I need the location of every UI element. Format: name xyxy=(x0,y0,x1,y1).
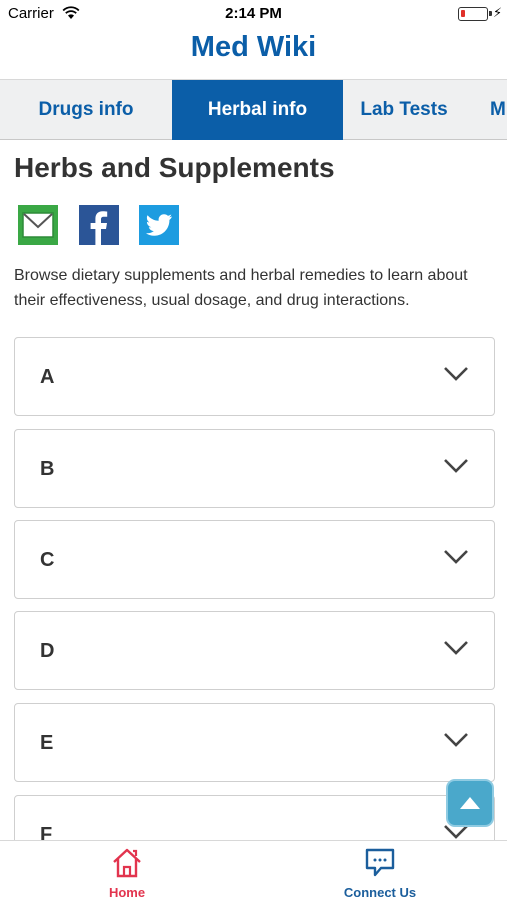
accordion-label: E xyxy=(40,732,54,754)
app-title: Med Wiki xyxy=(190,31,317,63)
accordion-label: B xyxy=(40,458,55,480)
home-icon xyxy=(113,848,141,878)
accordion-label: D xyxy=(40,640,55,662)
accordion-label: C xyxy=(40,549,55,571)
nav-home-label: Home xyxy=(108,885,146,900)
bottom-nav-bar: Home Connect Us xyxy=(0,840,507,900)
chevron-down-icon xyxy=(444,367,468,381)
tab-lab-tests[interactable]: Lab Tests xyxy=(343,80,465,140)
scroll-to-top-button[interactable] xyxy=(446,779,494,827)
app-screen: Carrier 2:14 PM ⚡ Med Wiki Drugs info He… xyxy=(0,0,507,900)
battery-icon xyxy=(458,7,492,21)
chevron-down-icon xyxy=(444,641,468,655)
tab-drugs-info[interactable]: Drugs info xyxy=(0,80,172,140)
accordion-item-a[interactable]: A xyxy=(14,337,495,416)
email-icon[interactable] xyxy=(18,205,58,245)
intro-description: Browse dietary supplements and herbal re… xyxy=(14,267,468,309)
facebook-icon[interactable] xyxy=(79,205,119,245)
tab-herbal-info[interactable]: Herbal info xyxy=(172,80,343,140)
triangle-up-icon xyxy=(460,797,480,809)
accordion-item-c[interactable]: C xyxy=(14,520,495,599)
nav-connect-button[interactable]: Connect Us xyxy=(310,841,450,900)
chevron-down-icon xyxy=(444,733,468,747)
status-time: 2:14 PM xyxy=(225,5,282,22)
accordion-label: A xyxy=(40,366,55,388)
tab-partial-next[interactable]: M xyxy=(490,80,507,140)
category-tabs: Drugs info Herbal info Lab Tests M xyxy=(0,79,507,140)
status-bar: Carrier 2:14 PM ⚡ xyxy=(0,0,507,28)
nav-home-button[interactable]: Home xyxy=(57,841,197,900)
charging-bolt-icon: ⚡ xyxy=(493,5,503,20)
page-title: Herbs and Supplements xyxy=(14,152,335,183)
chat-bubble-icon xyxy=(365,848,395,877)
accordion-item-b[interactable]: B xyxy=(14,429,495,508)
accordion-item-d[interactable]: D xyxy=(14,611,495,690)
accordion-item-e[interactable]: E xyxy=(14,703,495,782)
chevron-down-icon xyxy=(444,459,468,473)
nav-connect-label: Connect Us xyxy=(343,885,417,900)
chevron-down-icon xyxy=(444,550,468,564)
twitter-icon[interactable] xyxy=(139,205,179,245)
